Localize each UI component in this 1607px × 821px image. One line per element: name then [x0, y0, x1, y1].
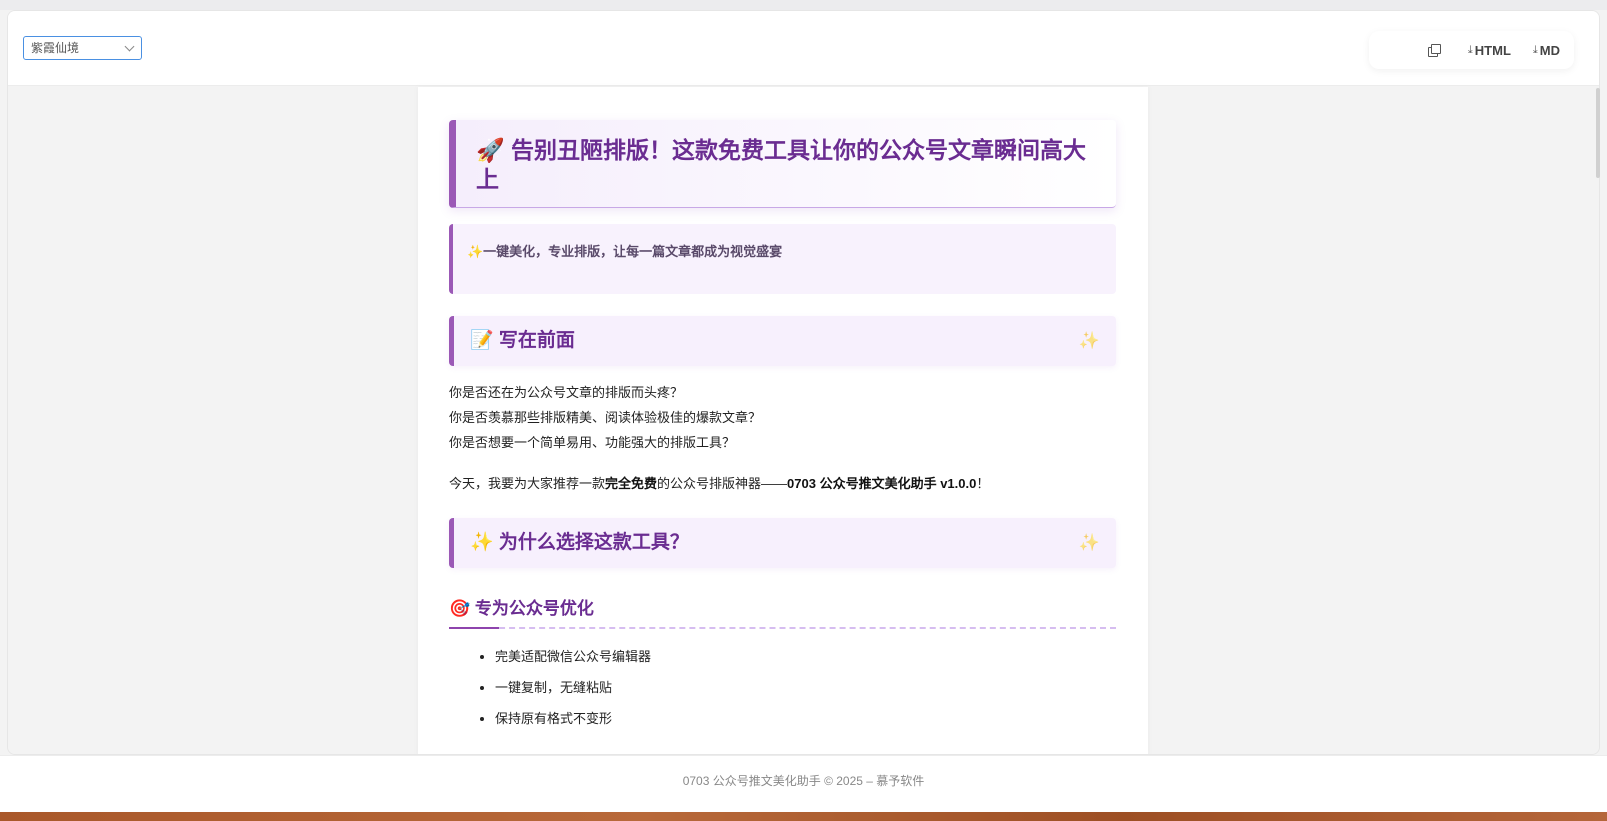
intro-paragraph: 你是否还在为公众号文章的排版而头疼？ 你是否羡慕那些排版精美、阅读体验极佳的爆款…	[449, 380, 1116, 455]
sparkle-icon: ✨	[1078, 533, 1100, 552]
recommend-prefix: 今天，我要为大家推荐一款	[449, 476, 606, 491]
download-html-label: HTML	[1474, 42, 1511, 58]
list-item: 一键复制，无缝粘贴	[495, 672, 1116, 703]
subsection-heading: 🎯 专为公众号优化	[449, 596, 1116, 629]
section-heading-why-text: ✨ 为什么选择这款工具？	[470, 532, 689, 553]
article-preview: 🚀 告别丑陋排版！这款免费工具让你的公众号文章瞬间高大上 ✨一键美化，专业排版，…	[418, 87, 1148, 754]
copy-icon	[1427, 44, 1441, 57]
window-top-strip	[0, 0, 1607, 10]
footer: 0703 公众号推文美化助手 © 2025 – 慕予软件	[0, 755, 1607, 812]
list-item: 保持原有格式不变形	[495, 703, 1116, 734]
scrollbar-thumb[interactable]	[1596, 88, 1600, 178]
recommend-middle: 的公众号排版神器——	[657, 476, 788, 491]
theme-select[interactable]: 紫霞仙境	[23, 36, 142, 60]
article-title: 🚀 告别丑陋排版！这款免费工具让你的公众号文章瞬间高大上	[449, 120, 1116, 208]
heading-accent-underline	[449, 627, 499, 629]
intro-line: 你是否羡慕那些排版精美、阅读体验极佳的爆款文章？	[449, 410, 762, 425]
intro-line: 你是否还在为公众号文章的排版而头疼？	[449, 385, 684, 400]
section-heading-why: ✨ 为什么选择这款工具？ ✨	[449, 518, 1116, 568]
sparkle-icon: ✨	[1078, 331, 1100, 350]
app-window: 紫霞仙境 ⤓ HTML ⤓ MD 🚀 告别丑陋排版！这款免费工具让你的公众号文章…	[7, 10, 1600, 755]
section-heading-intro: 📝 写在前面 ✨	[449, 316, 1116, 366]
recommend-paragraph: 今天，我要为大家推荐一款完全免费的公众号排版神器——0703 公众号推文美化助手…	[449, 471, 1116, 496]
preview-area[interactable]: 🚀 告别丑陋排版！这款免费工具让你的公众号文章瞬间高大上 ✨一键美化，专业排版，…	[8, 87, 1599, 754]
article-content: 🚀 告别丑陋排版！这款免费工具让你的公众号文章瞬间高大上 ✨一键美化，专业排版，…	[449, 120, 1116, 734]
recommend-suffix: ！	[976, 476, 990, 491]
export-actions: ⤓ HTML ⤓ MD	[1369, 31, 1574, 69]
copy-button[interactable]	[1427, 44, 1446, 57]
theme-select-value: 紫霞仙境	[31, 41, 80, 55]
recommend-bold-product: 0703 公众号推文美化助手 v1.0.0	[787, 476, 977, 491]
chevron-down-icon	[124, 41, 135, 52]
download-html-button[interactable]: ⤓ HTML	[1468, 43, 1511, 58]
toolbar: 紫霞仙境 ⤓ HTML ⤓ MD	[8, 11, 1599, 86]
footer-text: 0703 公众号推文美化助手 © 2025 – 慕予软件	[682, 774, 925, 788]
list-item: 完美适配微信公众号编辑器	[495, 641, 1116, 672]
subsection-heading-text: 🎯 专为公众号优化	[449, 599, 594, 618]
section-heading-intro-text: 📝 写在前面	[470, 330, 575, 351]
article-lead-quote: ✨一键美化，专业排版，让每一篇文章都成为视觉盛宴	[449, 224, 1116, 294]
download-md-label: MD	[1539, 42, 1560, 58]
download-icon: ⤓	[1532, 43, 1538, 56]
download-icon: ⤓	[1467, 43, 1473, 56]
feature-list: 完美适配微信公众号编辑器 一键复制，无缝粘贴 保持原有格式不变形	[449, 641, 1116, 734]
recommend-bold-free: 完全免费	[605, 476, 658, 491]
download-md-button[interactable]: ⤓ MD	[1533, 43, 1560, 58]
desktop-background-strip	[0, 812, 1607, 821]
intro-line: 你是否想要一个简单易用、功能强大的排版工具？	[449, 435, 736, 450]
